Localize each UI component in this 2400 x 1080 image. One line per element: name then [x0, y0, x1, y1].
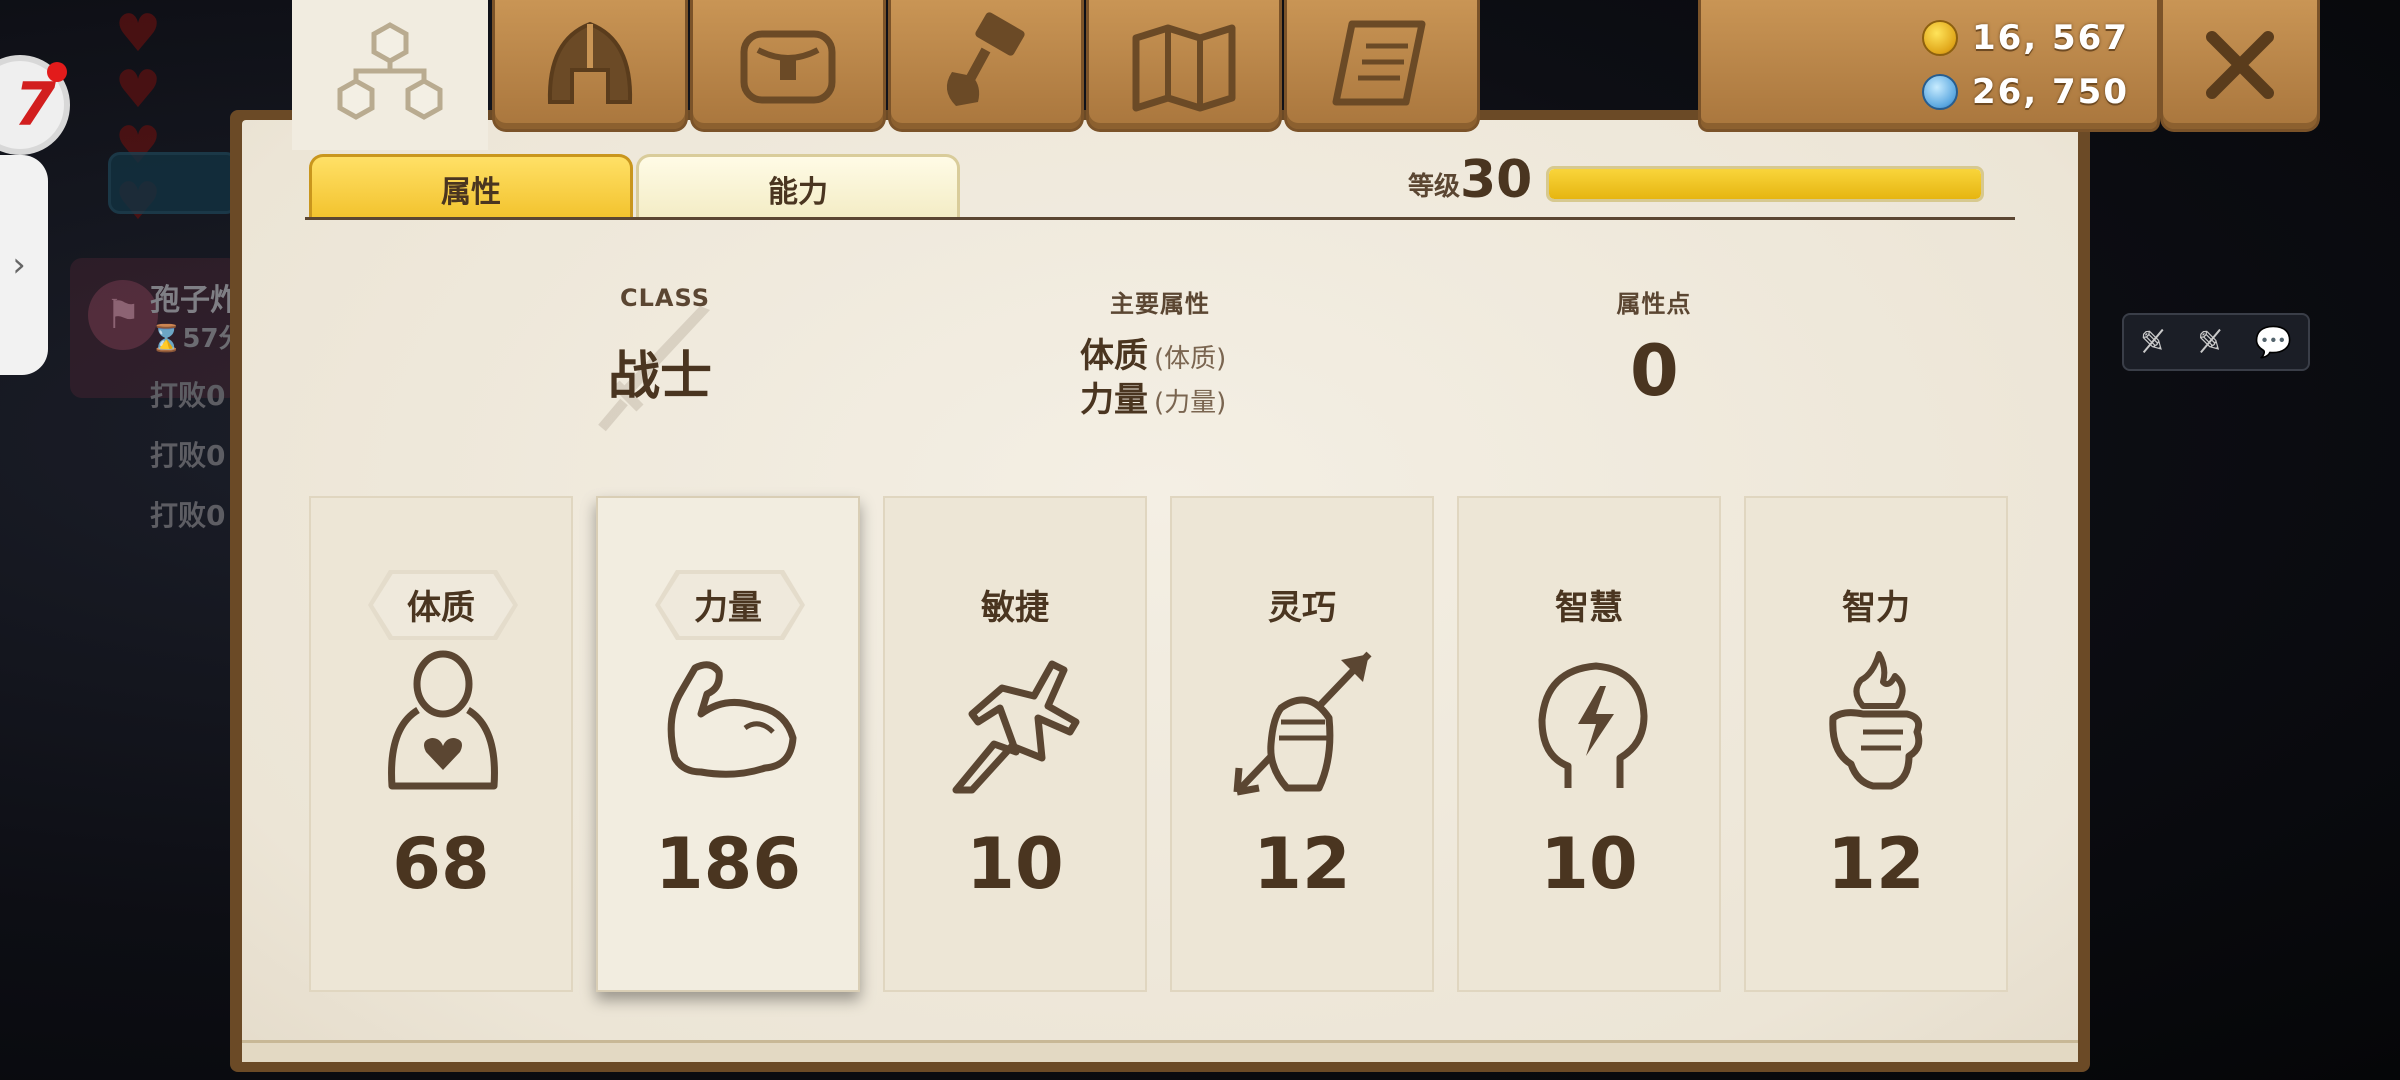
quest-objective: 打败0	[150, 439, 226, 472]
divider	[305, 217, 2015, 220]
subtab-attributes[interactable]: 属性	[309, 154, 633, 220]
hand-flame-icon	[1829, 651, 1923, 790]
quest-objective: 打败0	[150, 499, 226, 532]
attribute-points-label: 属性点	[1616, 290, 1692, 318]
quest-title: 孢子炸	[150, 283, 240, 318]
stat-value: 10	[1540, 823, 1638, 905]
flex-arm-icon	[667, 661, 797, 778]
stat-name: 敏捷	[981, 588, 1049, 628]
stat-value: 68	[392, 823, 490, 905]
stat-name: 智慧	[1555, 588, 1623, 628]
primary-attribute-sub: (力量)	[1154, 388, 1227, 418]
tab-attributes[interactable]	[292, 0, 488, 150]
primary-attributes-label: 主要属性	[1110, 290, 1210, 318]
primary-attribute-name: 力量	[1080, 380, 1148, 420]
scroll-icon	[1332, 20, 1426, 105]
helmet-icon	[547, 21, 633, 104]
running-icon	[952, 660, 1080, 794]
health-bar	[108, 152, 238, 214]
gold-amount: 16, 567	[1971, 18, 2129, 58]
bag-icon	[740, 30, 836, 103]
chat-toolbar: ✎̸ ✎̸ 💬	[2122, 313, 2310, 371]
notification-dot	[47, 62, 67, 82]
tab-crafting[interactable]	[888, 0, 1084, 132]
hammer-icon	[946, 11, 1025, 106]
stat-name: 力量	[694, 588, 762, 628]
stat-name: 灵巧	[1268, 588, 1336, 628]
close-icon	[2206, 30, 2274, 99]
stat-card-intelligence[interactable]: 智力 12	[1744, 496, 2008, 992]
stat-card-constitution[interactable]: 体质 68	[309, 496, 573, 992]
stat-value: 12	[1827, 823, 1925, 905]
stat-value: 10	[966, 823, 1064, 905]
hierarchy-icon	[337, 21, 443, 120]
primary-attribute: 体质 (体质)	[1080, 328, 1226, 377]
mute-icon[interactable]: ✎̸	[2140, 325, 2165, 360]
heart-icon: ♥	[114, 4, 162, 64]
primary-attribute-name: 体质	[1080, 336, 1148, 376]
heart-icon: ♥	[114, 60, 162, 120]
stat-name: 体质	[407, 588, 475, 628]
side-drawer-toggle[interactable]: ›	[0, 155, 48, 375]
mute-voice-icon[interactable]: ✎̸	[2197, 325, 2222, 360]
tab-equipment[interactable]	[492, 0, 688, 132]
xp-progress-fill	[1549, 169, 1981, 199]
stat-name: 智力	[1842, 588, 1910, 628]
attribute-points-value: 0	[1630, 330, 1679, 412]
stat-card-agility[interactable]: 敏捷 10	[883, 496, 1147, 992]
map-icon	[1132, 24, 1236, 111]
stat-card-wisdom[interactable]: 智慧 10	[1457, 496, 1721, 992]
top-tab-bar: 16, 567 26, 750	[216, 0, 2320, 150]
gold-row: 16, 567	[1921, 18, 2129, 58]
chevron-right-icon: ›	[12, 245, 26, 285]
close-button[interactable]	[2160, 0, 2320, 132]
body-heart-icon	[388, 650, 498, 790]
level-value: 30	[1460, 150, 1533, 210]
tab-map[interactable]	[1086, 0, 1282, 132]
quest-objective: 打败0	[150, 379, 226, 412]
head-lightning-icon	[1538, 662, 1648, 788]
parchment-edge	[242, 1040, 2078, 1062]
chat-icon[interactable]: 💬	[2255, 325, 2292, 360]
gold-coin-icon	[1921, 20, 1958, 56]
subtab-abilities[interactable]: 能力	[636, 154, 960, 220]
gem-row: 26, 750	[1921, 72, 2129, 112]
tab-quests[interactable]	[1284, 0, 1480, 132]
primary-attribute: 力量 (力量)	[1080, 372, 1226, 421]
gem-icon	[1921, 74, 1958, 110]
stat-value: 186	[654, 823, 802, 905]
stat-card-strength[interactable]: 力量 186	[596, 496, 860, 992]
stat-value: 12	[1253, 823, 1351, 905]
xp-progress-bar	[1546, 166, 1984, 202]
flag-icon: ⚑	[88, 280, 158, 350]
primary-attribute-sub: (体质)	[1154, 344, 1227, 374]
hand-arrow-icon	[1233, 651, 1372, 796]
currency-display: 16, 567 26, 750	[1698, 0, 2160, 132]
stat-card-dexterity[interactable]: 灵巧 12	[1170, 496, 1434, 992]
gem-amount: 26, 750	[1971, 72, 2129, 112]
class-name: 战士	[608, 347, 713, 407]
level-label: 等级	[1408, 172, 1461, 202]
tab-inventory[interactable]	[690, 0, 886, 132]
